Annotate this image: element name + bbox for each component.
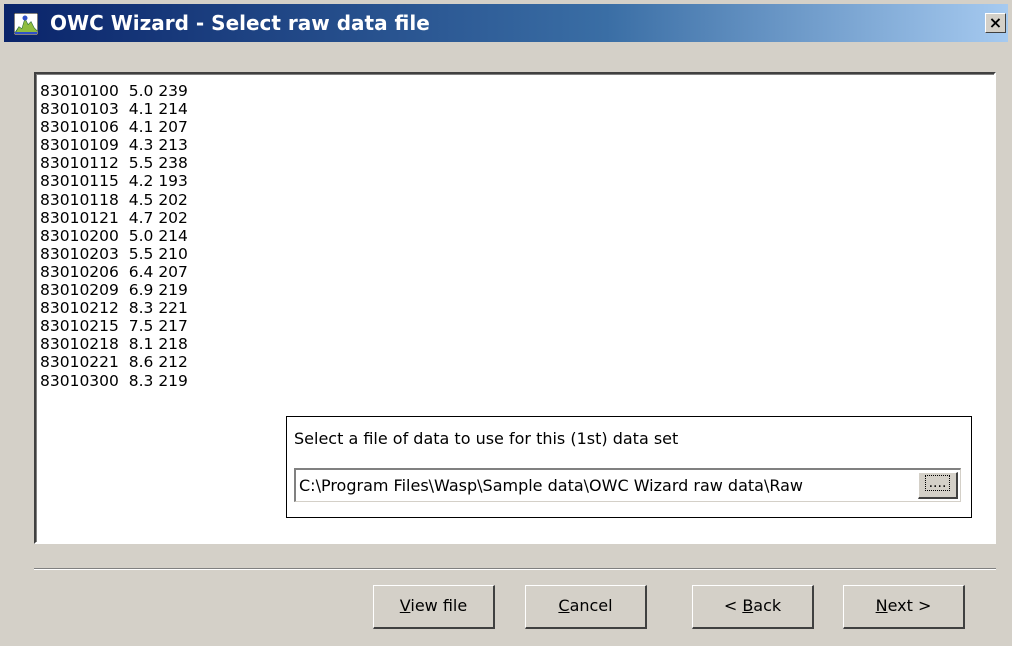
data-line: 83010109 4.3 213 [40, 136, 188, 155]
window-title: OWC Wizard - Select raw data file [50, 11, 430, 35]
browse-button[interactable]: .... [918, 472, 958, 499]
back-prefix: < [723, 596, 743, 615]
view-file-button[interactable]: View file [373, 585, 495, 629]
back-button[interactable]: < Back [692, 585, 814, 629]
back-label: ack [753, 596, 782, 615]
cancel-button[interactable]: Cancel [525, 585, 647, 629]
file-select-group: Select a file of data to use for this (1… [286, 416, 972, 518]
data-line: 83010218 8.1 218 [40, 335, 188, 354]
data-line: 83010212 8.3 221 [40, 299, 188, 318]
next-mnemonic: N [875, 596, 888, 615]
data-line: 83010300 8.3 219 [40, 371, 188, 390]
data-line: 83010206 6.4 207 [40, 262, 188, 281]
owc-wizard-icon [14, 13, 38, 35]
data-line: 83010215 7.5 217 [40, 317, 188, 336]
data-line: 83010118 4.5 202 [40, 190, 188, 209]
data-line: 83010106 4.1 207 [40, 118, 188, 137]
data-line: 83010103 4.1 214 [40, 100, 188, 119]
next-button[interactable]: Next > [843, 585, 965, 629]
next-label: ext > [887, 596, 932, 615]
close-button[interactable]: × [985, 13, 1006, 33]
view-file-mnemonic: V [399, 596, 411, 615]
data-line: 83010209 6.9 219 [40, 281, 188, 300]
file-select-prompt: Select a file of data to use for this (1… [294, 429, 679, 448]
data-line: 83010200 5.0 214 [40, 226, 188, 245]
title-bar[interactable]: OWC Wizard - Select raw data file × [4, 4, 1008, 42]
data-line: 83010221 8.6 212 [40, 353, 188, 372]
file-path-input[interactable]: C:\Program Files\Wasp\Sample data\OWC Wi… [294, 468, 961, 502]
ellipsis-icon: .... [924, 475, 951, 491]
button-separator [34, 568, 996, 570]
back-mnemonic: B [742, 596, 754, 615]
cancel-label: ancel [569, 596, 613, 615]
data-line: 83010112 5.5 238 [40, 154, 188, 173]
data-line: 83010121 4.7 202 [40, 208, 188, 227]
file-path-value[interactable]: C:\Program Files\Wasp\Sample data\OWC Wi… [299, 475, 911, 497]
view-file-label: iew file [410, 596, 468, 615]
wizard-window: OWC Wizard - Select raw data file × 8301… [0, 0, 1012, 646]
data-preview-list: 83010100 5.0 239 83010103 4.1 214 830101… [40, 82, 188, 390]
data-line: 83010100 5.0 239 [40, 82, 188, 100]
data-line: 83010203 5.5 210 [40, 244, 188, 263]
data-line: 83010115 4.2 193 [40, 172, 188, 191]
cancel-mnemonic: C [558, 596, 570, 615]
close-icon: × [988, 13, 1003, 32]
file-preview-panel[interactable]: 83010100 5.0 239 83010103 4.1 214 830101… [34, 72, 996, 544]
